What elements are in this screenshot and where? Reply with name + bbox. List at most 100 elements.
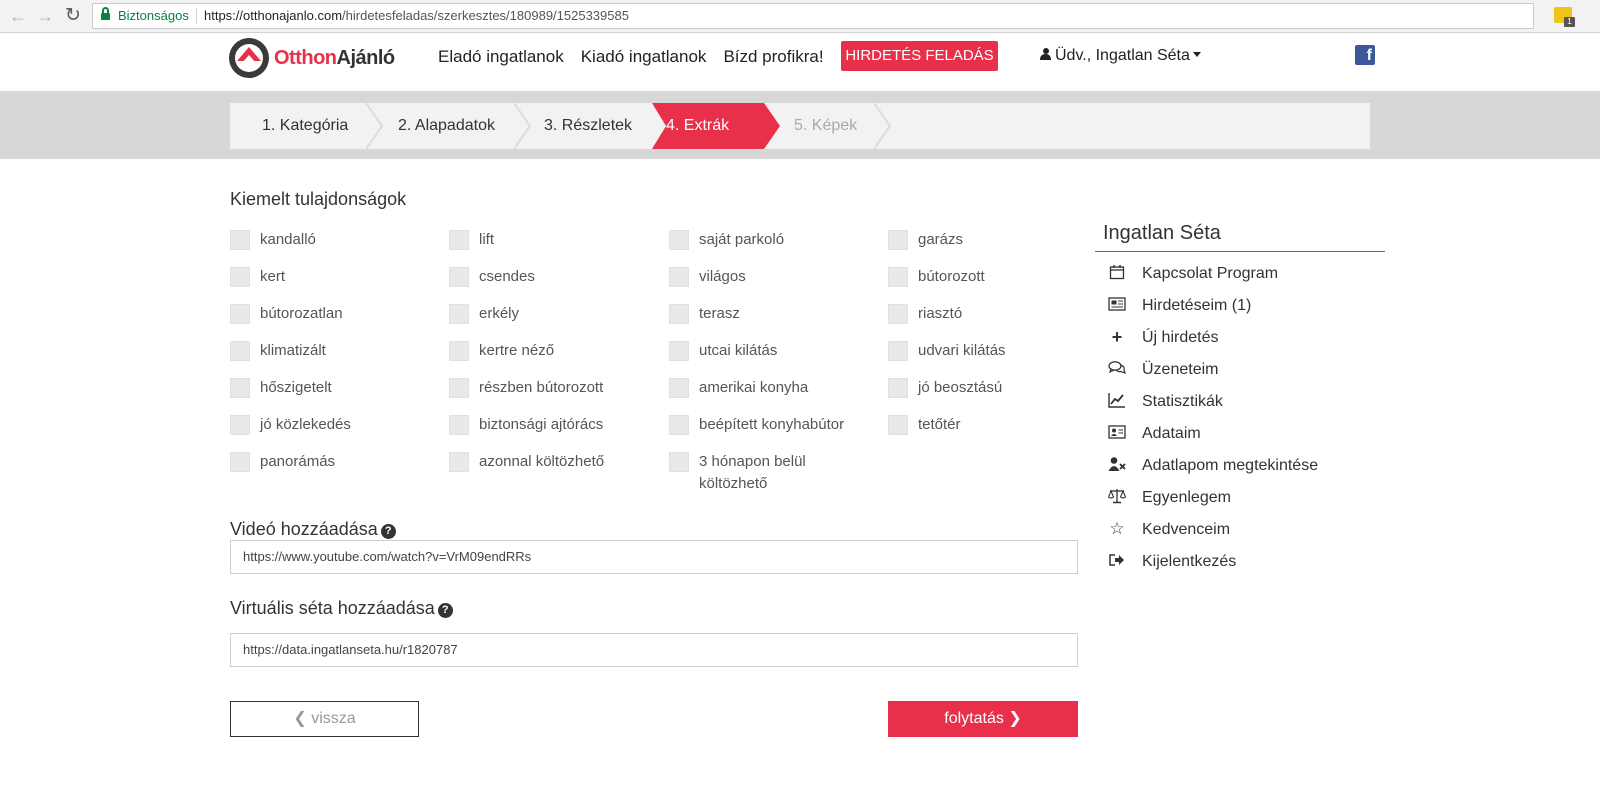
caret-down-icon (1192, 52, 1201, 57)
sign-out-icon (1108, 552, 1126, 572)
step-chevron (514, 103, 532, 149)
nav-link-pros[interactable]: Bízd profikra! (723, 47, 823, 66)
sidebar-title: Ingatlan Séta (1103, 222, 1221, 244)
checkbox[interactable] (230, 378, 250, 398)
id-card-icon (1108, 424, 1126, 444)
checkbox[interactable] (669, 230, 689, 250)
checkbox[interactable] (669, 378, 689, 398)
checkbox-label: csendes (479, 268, 535, 285)
checkbox-label: jó közlekedés (260, 416, 351, 433)
logo-text[interactable]: OtthonAjánló (274, 47, 395, 70)
help-icon[interactable]: ? (437, 603, 453, 618)
step-chevron (366, 103, 384, 149)
checkbox[interactable] (230, 230, 250, 250)
facebook-icon[interactable]: f (1355, 45, 1375, 65)
checkbox[interactable] (230, 452, 250, 472)
help-icon[interactable]: ? (380, 524, 396, 539)
forward-arrow-icon[interactable]: → (35, 6, 55, 26)
checkbox-label: klimatizált (260, 342, 326, 359)
checkbox[interactable] (888, 415, 908, 435)
checkbox-label: biztonsági ajtórács (479, 416, 604, 433)
video-url-input[interactable]: https://www.youtube.com/watch?v=VrM09end… (230, 540, 1078, 574)
continue-button[interactable]: folytatás ❯ (888, 701, 1078, 737)
checkbox[interactable] (449, 304, 469, 324)
checkbox[interactable] (669, 341, 689, 361)
checkbox-label: utcai kilátás (699, 342, 778, 359)
logo-icon[interactable] (229, 38, 269, 78)
site-header: OtthonAjánló Eladó ingatlanok Kiadó ingat… (0, 33, 1600, 91)
checkbox[interactable] (230, 267, 250, 287)
checkbox[interactable] (449, 230, 469, 250)
virtual-tour-title: Virtuális séta hozzáadása? (230, 598, 453, 619)
newspaper-icon (1108, 296, 1126, 316)
checkbox[interactable] (669, 267, 689, 287)
post-ad-button[interactable]: HIRDETÉS FELADÁS (841, 41, 998, 71)
nav-link-rent[interactable]: Kiadó ingatlanok (581, 47, 707, 66)
lock-icon (101, 7, 110, 21)
checkbox-label: bútorozatlan (260, 305, 343, 322)
checkbox-label: lift (479, 231, 494, 248)
secure-label: Biztonságos (118, 8, 189, 23)
url-text: https://otthonajanlo.com/hirdetesfeladas… (204, 8, 629, 23)
wizard-steps: 1. Kategória 2. Alapadatok 3. Részletek … (230, 103, 1370, 149)
checkbox[interactable] (449, 415, 469, 435)
checkbox[interactable] (888, 267, 908, 287)
line-chart-icon (1108, 392, 1126, 412)
user-greeting: Üdv., Ingatlan Séta (1055, 47, 1190, 64)
step-2[interactable]: 2. Alapadatok (384, 103, 514, 149)
checkbox[interactable] (669, 452, 689, 472)
checkbox[interactable] (449, 267, 469, 287)
step-chevron (874, 103, 892, 149)
main-nav: Eladó ingatlanok Kiadó ingatlanok Bízd pro… (438, 47, 841, 67)
back-button[interactable]: ❮ vissza (230, 701, 419, 737)
checkbox[interactable] (888, 341, 908, 361)
checkbox-label: világos (699, 268, 746, 285)
step-1[interactable]: 1. Kategória (230, 103, 370, 149)
features-title: Kiemelt tulajdonságok (230, 189, 407, 209)
checkbox[interactable] (888, 304, 908, 324)
url-separator (196, 8, 197, 24)
checkbox[interactable] (888, 230, 908, 250)
checkbox-label: erkély (479, 305, 520, 322)
virtual-tour-url-input[interactable]: https://data.ingatlanseta.hu/r1820787 (230, 633, 1078, 667)
back-arrow-icon[interactable]: ← (8, 6, 28, 26)
user-menu[interactable]: Üdv., Ingatlan Séta (1040, 47, 1201, 65)
checkbox[interactable] (230, 415, 250, 435)
checkbox-label: panorámás (260, 453, 336, 470)
extension-badge: 1 (1564, 17, 1575, 27)
chevron-right-icon: ❯ (1008, 710, 1022, 727)
browser-toolbar: ← → ↻ Biztonságos https://otthonajanlo.c… (0, 0, 1600, 33)
nav-link-sale[interactable]: Eladó ingatlanok (438, 47, 564, 66)
checkbox-label: amerikai konyha (699, 379, 809, 396)
checkbox[interactable] (669, 304, 689, 324)
reload-icon[interactable]: ↻ (63, 6, 83, 26)
checkbox-label: udvari kilátás (918, 342, 1006, 359)
checkbox-label: hőszigetelt (260, 379, 332, 396)
sidebar-divider (1095, 251, 1385, 252)
chevron-left-icon: ❮ (293, 710, 307, 727)
checkbox-label: saját parkoló (699, 231, 785, 248)
checkbox-label: kert (260, 268, 286, 285)
checkbox-label: jó beosztású (918, 379, 1003, 396)
checkbox-label: beépített konyhabútor (699, 416, 845, 433)
address-bar[interactable]: Biztonságos https://otthonajanlo.com/hir… (92, 3, 1534, 29)
checkbox[interactable] (449, 341, 469, 361)
checkbox[interactable] (669, 415, 689, 435)
checkbox[interactable] (230, 341, 250, 361)
step-3[interactable]: 3. Részletek (532, 103, 662, 149)
checkbox[interactable] (888, 378, 908, 398)
checkbox-label: riasztó (918, 305, 963, 322)
user-icon (1040, 48, 1051, 61)
star-icon: ☆ (1109, 519, 1125, 538)
checkbox[interactable] (230, 304, 250, 324)
checkbox-label: bútorozott (918, 268, 985, 285)
checkbox-label: tetőtér (918, 416, 961, 433)
step-4-active[interactable]: 4. Extrák (666, 103, 776, 149)
checkbox[interactable] (449, 452, 469, 472)
checkbox-label: kertre néző (479, 342, 555, 359)
comments-icon (1108, 360, 1126, 380)
balance-scale-icon (1107, 488, 1127, 508)
checkbox-label: 3 hónapon belül költözhető (699, 453, 806, 492)
checkbox[interactable] (449, 378, 469, 398)
checkbox-label: garázs (918, 231, 964, 248)
